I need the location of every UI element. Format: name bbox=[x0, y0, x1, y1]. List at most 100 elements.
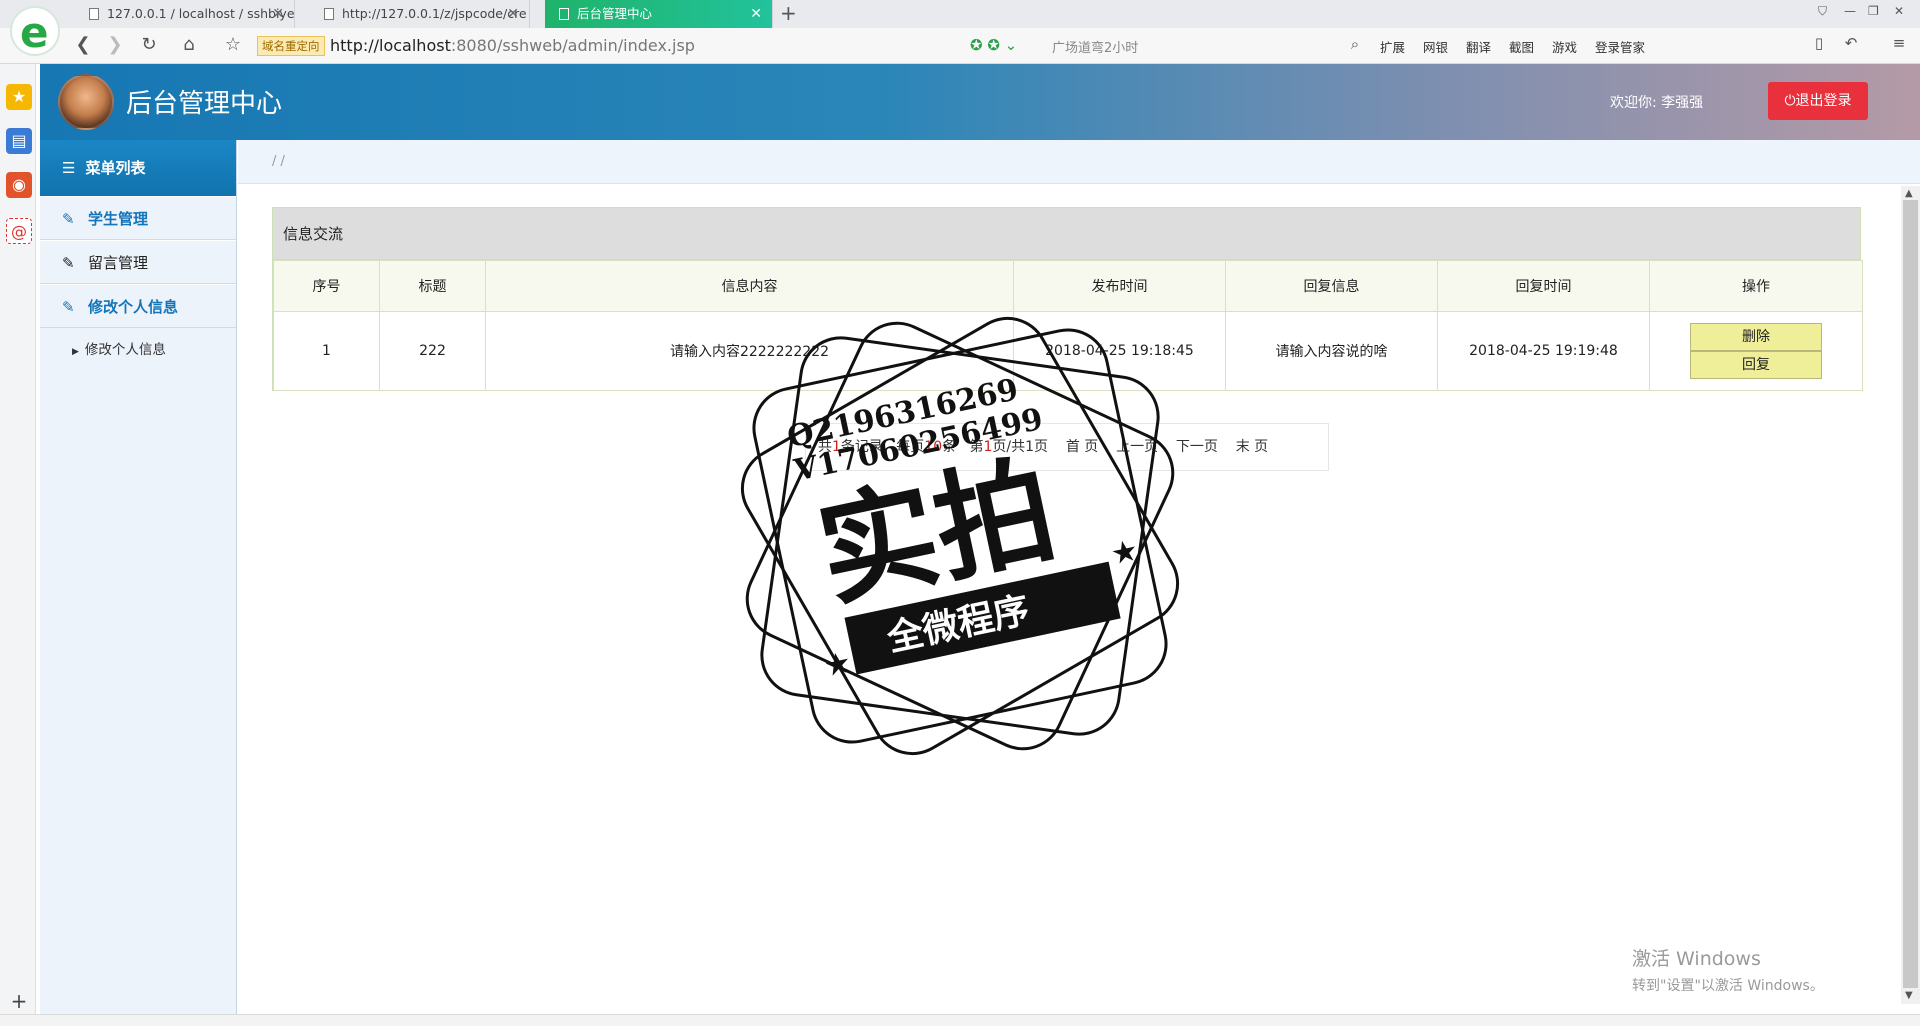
app-header: 后台管理中心 欢迎你: 李强强 ⏻退出登录 bbox=[40, 64, 1920, 140]
close-tab-icon[interactable]: ✕ bbox=[750, 0, 762, 28]
pagination: 共1条记录 每页10条 第1页/共1页 首 页 上一页 下一页 末 页 bbox=[805, 423, 1329, 471]
back-icon[interactable]: ❮ bbox=[72, 34, 94, 55]
pager-last-link[interactable]: 末 页 bbox=[1236, 439, 1268, 455]
pager-next-link[interactable]: 下一页 bbox=[1176, 439, 1218, 455]
weibo-icon[interactable]: ◉ bbox=[6, 172, 32, 198]
table-header-row: 序号 标题 信息内容 发布时间 回复信息 回复时间 操作 bbox=[273, 260, 1863, 312]
pager-prev-link[interactable]: 上一页 bbox=[1116, 439, 1158, 455]
sidebar-subitem-label: 修改个人信息 bbox=[84, 342, 166, 358]
delete-button[interactable]: 删除 bbox=[1690, 323, 1822, 351]
tab-label: http://127.0.0.1/z/jspcode/cre bbox=[342, 6, 527, 21]
browser-tab-phpmyadmin[interactable]: 127.0.0.1 / localhost / sshbiye ✕ bbox=[75, 0, 295, 28]
reload-icon[interactable]: ↻ bbox=[138, 34, 160, 55]
bookmark-star-icon[interactable]: ☆ bbox=[222, 34, 244, 55]
address-hint[interactable]: 广场道弯2小时 bbox=[1052, 37, 1138, 56]
cell-actions: 删除 回复 bbox=[1649, 311, 1863, 391]
pager-total-prefix: 共 bbox=[818, 439, 832, 455]
security-icon[interactable]: ✪ ✪ ⌄ bbox=[970, 36, 1017, 54]
list-icon: ☰ bbox=[62, 159, 76, 177]
pager-total-suffix: 条记录 bbox=[840, 439, 883, 455]
browser-toolbar: 扩展 网银 翻译 截图 游戏 登录管家 bbox=[1380, 37, 1659, 56]
new-tab-button[interactable]: + bbox=[780, 0, 797, 26]
vertical-scrollbar[interactable]: ▲ ▼ bbox=[1901, 186, 1920, 1004]
pager-per-suffix: 条 bbox=[942, 439, 957, 455]
sidebar-subitem-edit-profile[interactable]: ▶ 修改个人信息 bbox=[40, 328, 236, 372]
pager-per-prefix: 每页 bbox=[896, 439, 925, 455]
windows-activation-notice: 激活 Windows 转到"设置"以激活 Windows。 bbox=[1632, 944, 1824, 995]
scroll-up-icon[interactable]: ▲ bbox=[1905, 188, 1913, 199]
menu-icon[interactable]: ≡ bbox=[1888, 34, 1910, 52]
maximize-button[interactable]: ❐ bbox=[1868, 4, 1879, 18]
toolbar-screenshot[interactable]: 截图 bbox=[1509, 40, 1534, 55]
pager-page-mid: 页/共 bbox=[992, 439, 1026, 455]
activation-title: 激活 Windows bbox=[1632, 948, 1761, 970]
mail-icon[interactable]: @ bbox=[6, 218, 32, 244]
message-table: 序号 标题 信息内容 发布时间 回复信息 回复时间 操作 1 222 请输入内容… bbox=[273, 260, 1863, 391]
sidebar-item-profile[interactable]: ✎ 修改个人信息 bbox=[40, 284, 236, 328]
close-tab-icon[interactable]: ✕ bbox=[272, 0, 284, 28]
redirect-badge: 域名重定向 bbox=[257, 36, 325, 56]
star-icon: ★ bbox=[1108, 533, 1142, 573]
search-icon[interactable]: ⌕ bbox=[1344, 35, 1366, 53]
page-title: 后台管理中心 bbox=[126, 89, 283, 119]
url-path: :8080/sshweb/admin/index.jsp bbox=[450, 36, 695, 55]
sidebar-item-label: 修改个人信息 bbox=[88, 298, 179, 316]
undo-icon[interactable]: ↶ bbox=[1840, 34, 1862, 52]
reply-button[interactable]: 回复 bbox=[1690, 351, 1822, 379]
document-icon bbox=[559, 8, 569, 20]
scroll-down-icon[interactable]: ▼ bbox=[1905, 990, 1913, 1001]
column-header-title: 标题 bbox=[379, 260, 486, 312]
minimize-button[interactable]: — bbox=[1844, 4, 1856, 18]
column-header-actions: 操作 bbox=[1649, 260, 1863, 312]
tab-label: 127.0.0.1 / localhost / sshbiye bbox=[107, 6, 295, 21]
url-host: http://localhost bbox=[330, 36, 451, 55]
home-icon[interactable]: ⌂ bbox=[178, 34, 200, 55]
toolbar-extensions[interactable]: 扩展 bbox=[1380, 40, 1405, 55]
reading-icon[interactable]: ▯ bbox=[1808, 34, 1830, 52]
forward-icon[interactable]: ❯ bbox=[104, 34, 126, 55]
scroll-thumb[interactable] bbox=[1903, 200, 1918, 988]
toolbar-login-manager[interactable]: 登录管家 bbox=[1595, 40, 1645, 55]
edit-icon: ✎ bbox=[62, 254, 75, 272]
browser-status-bar bbox=[0, 1014, 1920, 1026]
close-tab-icon[interactable]: ✕ bbox=[507, 0, 519, 28]
activation-subtitle: 转到"设置"以激活 Windows。 bbox=[1632, 978, 1824, 994]
menu-header: ☰ 菜单列表 bbox=[40, 140, 236, 196]
document-icon bbox=[324, 8, 334, 20]
toolbar-games[interactable]: 游戏 bbox=[1552, 40, 1577, 55]
message-panel: 信息交流 序号 标题 信息内容 发布时间 回复信息 回复时间 操作 1 222 … bbox=[272, 207, 1863, 391]
column-header-reply: 回复信息 bbox=[1225, 260, 1438, 312]
sidebar-item-label: 留言管理 bbox=[88, 254, 149, 272]
browser-tab-jspcode[interactable]: http://127.0.0.1/z/jspcode/cre ✕ bbox=[310, 0, 530, 28]
column-header-content: 信息内容 bbox=[485, 260, 1014, 312]
edit-icon: ✎ bbox=[62, 298, 75, 316]
column-header-publish-time: 发布时间 bbox=[1013, 260, 1226, 312]
toolbar-netbank[interactable]: 网银 bbox=[1423, 40, 1448, 55]
panel-title: 信息交流 bbox=[273, 208, 1860, 260]
browser-logo[interactable]: e bbox=[10, 6, 60, 57]
address-bar-row: ❮ ❯ ↻ ⌂ ☆ 域名重定向 http://localhost:8080/ss… bbox=[0, 28, 1920, 64]
add-sidebar-icon[interactable]: + bbox=[6, 988, 32, 1014]
logout-button[interactable]: ⏻退出登录 bbox=[1768, 82, 1868, 120]
cell-reply: 请输入内容说的啥 bbox=[1225, 311, 1438, 391]
url-field[interactable]: http://localhost:8080/sshweb/admin/index… bbox=[330, 36, 695, 55]
sidebar-item-students[interactable]: ✎ 学生管理 bbox=[40, 196, 236, 240]
favorites-star-icon[interactable]: ★ bbox=[6, 84, 32, 110]
toolbar-translate[interactable]: 翻译 bbox=[1466, 40, 1491, 55]
pager-first-link[interactable]: 首 页 bbox=[1066, 439, 1098, 455]
tab-label: 后台管理中心 bbox=[577, 6, 653, 21]
close-window-button[interactable]: ✕ bbox=[1894, 4, 1904, 18]
table-row: 1 222 请输入内容2222222222 2018-04-25 19:18:4… bbox=[273, 311, 1863, 391]
cell-content: 请输入内容2222222222 bbox=[485, 311, 1014, 391]
browser-tab-admin[interactable]: 后台管理中心 ✕ bbox=[545, 0, 773, 28]
document-icon bbox=[89, 8, 99, 20]
pager-pages: 1 bbox=[1025, 439, 1035, 455]
cell-publish-time: 2018-04-25 19:18:45 bbox=[1013, 311, 1226, 391]
pager-total: 1 bbox=[832, 439, 841, 455]
browser-sidebar: ★ ▤ ◉ @ + bbox=[0, 64, 36, 1026]
skin-icon[interactable]: ⛉ bbox=[1818, 4, 1827, 19]
reader-icon[interactable]: ▤ bbox=[6, 128, 32, 154]
cell-id: 1 bbox=[273, 311, 380, 391]
sidebar-item-messages[interactable]: ✎ 留言管理 bbox=[40, 240, 236, 284]
app-sidebar: ☰ 菜单列表 ✎ 学生管理 ✎ 留言管理 ✎ 修改个人信息 ▶ 修改个人信息 bbox=[40, 140, 237, 1026]
